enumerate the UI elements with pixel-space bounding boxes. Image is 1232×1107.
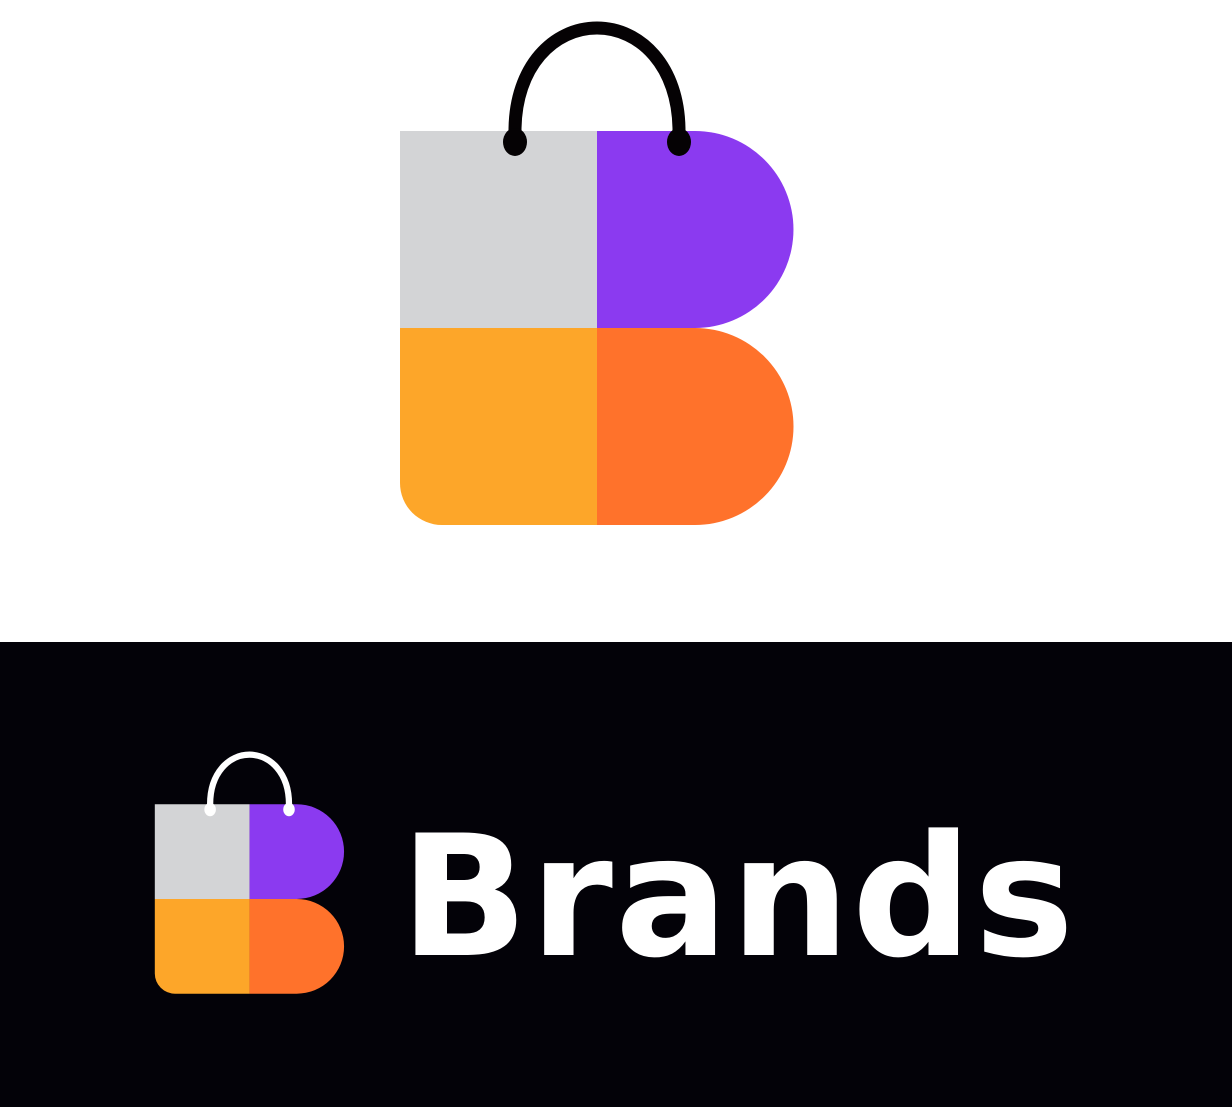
shopping-bag-b-icon bbox=[400, 21, 794, 525]
logo-dark-panel: Brands bbox=[0, 642, 1232, 1107]
bag-bottom-left-block bbox=[400, 328, 597, 525]
shopping-bag-b-icon bbox=[154, 751, 345, 994]
bag-handle-right-rivet bbox=[667, 128, 691, 156]
mini-bag-bottom-right-lobe bbox=[249, 898, 345, 994]
mini-bag-handle-icon bbox=[206, 751, 293, 808]
mini-bag-handle-right-rivet bbox=[283, 802, 295, 817]
mini-bag-top-left-block bbox=[154, 804, 250, 899]
mini-bag-top-right-lobe bbox=[249, 804, 345, 899]
bag-handle-left-rivet bbox=[503, 128, 527, 156]
mini-bag-bottom-left-block bbox=[154, 898, 250, 994]
bag-top-right-lobe bbox=[597, 131, 794, 328]
bag-bottom-right-lobe bbox=[597, 328, 794, 525]
brand-wordmark: Brands bbox=[400, 799, 1077, 995]
mini-bag-handle-left-rivet bbox=[204, 802, 216, 817]
bag-top-left-block bbox=[400, 131, 597, 328]
bag-handle-icon bbox=[508, 21, 686, 138]
logo-light-panel bbox=[0, 0, 1232, 642]
